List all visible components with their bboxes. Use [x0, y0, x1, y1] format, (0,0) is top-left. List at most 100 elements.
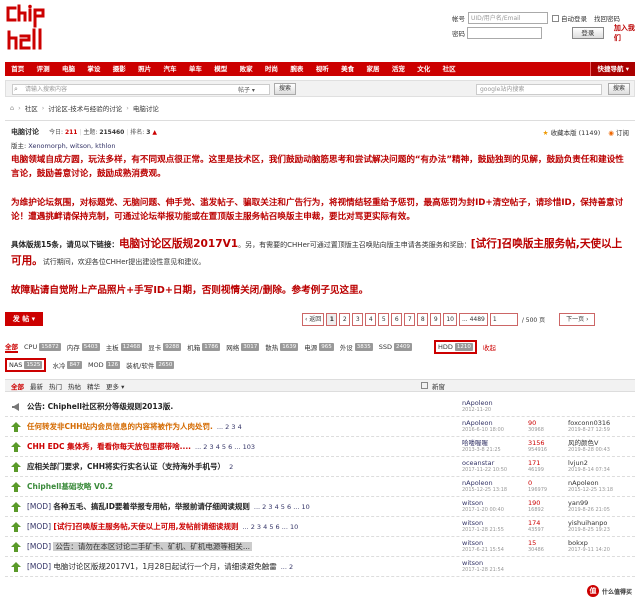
filter-tab[interactable]: 精华: [87, 381, 100, 391]
page-link[interactable]: 5: [378, 313, 390, 326]
page-link[interactable]: 9: [430, 313, 442, 326]
filter-tab[interactable]: 更多 ▾: [106, 381, 124, 391]
nav-item[interactable]: 评测: [30, 62, 55, 76]
thread-title-link[interactable]: [试行]召唤版主服务帖,天使以上可用,发帖前请细读规则: [53, 522, 238, 531]
thread-title-link[interactable]: 公告：请勿在本区讨论二手矿卡、矿机、矿机电源等相关...: [53, 542, 253, 551]
author-link[interactable]: nApoleon: [462, 479, 493, 487]
last-post-date[interactable]: 2019-8-26 21:05: [568, 507, 610, 513]
thread-prefix[interactable]: [MOD]: [27, 542, 51, 551]
new-window-checkbox[interactable]: [421, 382, 428, 389]
next-page-button[interactable]: 下一页 ›: [559, 313, 596, 326]
nav-item[interactable]: 电脑: [56, 62, 81, 76]
nav-item[interactable]: 视听: [310, 62, 335, 76]
thread-title-link[interactable]: 电脑讨论区版规2017V1，1月28日起试行一个月，请细读避免触雷: [53, 562, 276, 571]
google-search-input[interactable]: google站内搜索: [476, 84, 602, 95]
nav-item[interactable]: 汽车: [157, 62, 182, 76]
last-poster-link[interactable]: foxconn0316: [568, 419, 610, 427]
nav-item[interactable]: 模型: [208, 62, 233, 76]
tag-filter[interactable]: CPU 15872: [24, 343, 61, 351]
password-input[interactable]: [466, 27, 542, 39]
filter-tab[interactable]: 最新: [30, 381, 43, 391]
last-post-date[interactable]: 2015-12-25 13:18: [568, 487, 613, 493]
autologin-checkbox[interactable]: [552, 14, 559, 22]
favorite-button[interactable]: ★ 收藏本版 (1149): [543, 127, 601, 137]
page-link[interactable]: 8: [417, 313, 429, 326]
page-link[interactable]: 7: [404, 313, 416, 326]
tag-filter[interactable]: SSD 2409: [379, 343, 412, 351]
page-link[interactable]: 3: [352, 313, 364, 326]
thread-pages[interactable]: 2: [229, 463, 233, 471]
nav-item[interactable]: 时尚: [259, 62, 284, 76]
thread-title-link[interactable]: 任何转发非CHH站内会员信息的内容将被作为人肉处罚.: [27, 422, 213, 431]
tag-filter[interactable]: NAS 1525: [5, 358, 47, 372]
last-post-date[interactable]: 2019-8-25 19:23: [568, 527, 610, 533]
tag-filter[interactable]: 水冷 847: [52, 360, 82, 370]
thread-pages[interactable]: ... 2: [281, 563, 293, 571]
thread-title-link[interactable]: Chiphell基础攻略 V0.2: [27, 482, 113, 491]
tag-filter[interactable]: 主板 12468: [106, 342, 143, 352]
account-input[interactable]: UID/用户名/Email: [468, 12, 548, 24]
thread-prefix[interactable]: [MOD]: [27, 562, 51, 571]
join-link[interactable]: 加入我们: [614, 23, 640, 43]
tag-filter[interactable]: MOD 126: [88, 361, 121, 369]
author-link[interactable]: witson: [462, 559, 483, 567]
nav-item[interactable]: 照片: [132, 62, 157, 76]
login-button[interactable]: 登录: [572, 27, 604, 39]
last-post-date[interactable]: 2019-8-28 00:43: [568, 447, 610, 453]
nav-item[interactable]: 家居: [360, 62, 385, 76]
filter-tab[interactable]: 热帖: [68, 381, 81, 391]
rules-link[interactable]: 电脑讨论区版规2017V1: [119, 238, 238, 250]
last-poster-link[interactable]: yan99: [568, 499, 588, 507]
thread-title-link[interactable]: 各种五毛、搞乱ID要着举报专用帖，举报前请仔细阅读规则: [53, 502, 250, 511]
thread-pages[interactable]: ... 2 3 4 5 6 ... 103: [195, 443, 255, 451]
tag-filter[interactable]: 内存 5403: [67, 342, 100, 352]
last-poster-link[interactable]: lvjun2: [568, 459, 588, 467]
breadcrumb-discussion[interactable]: 讨论区-技术与经验的讨论: [48, 103, 122, 113]
search-type-select[interactable]: 帖子 ▾: [238, 85, 255, 94]
nav-item[interactable]: 美食: [335, 62, 360, 76]
author-link[interactable]: witson: [462, 499, 483, 507]
nav-item[interactable]: 腕表: [284, 62, 309, 76]
thread-title-link[interactable]: 应相关部门要求，CHH将实行实名认证（支持海外手机号）: [27, 462, 225, 471]
thread-prefix[interactable]: [MOD]: [27, 522, 51, 531]
page-link[interactable]: 6: [391, 313, 403, 326]
author-link[interactable]: 哈喽喔喔: [462, 439, 488, 447]
last-poster-link[interactable]: nApoleon: [568, 479, 599, 487]
nav-item[interactable]: 首页: [5, 62, 30, 76]
thread-pages[interactable]: ... 2 3 4 5 6 ... 10: [254, 503, 310, 511]
author-link[interactable]: oceanstar: [462, 459, 494, 467]
last-post-date[interactable]: 2019-8-27 12:59: [568, 427, 610, 433]
last-poster-link[interactable]: 风的颜色V: [568, 439, 598, 447]
home-icon[interactable]: ⌂: [10, 104, 14, 112]
breadcrumb-community[interactable]: 社区: [25, 103, 38, 113]
nav-item[interactable]: 败家: [233, 62, 258, 76]
thread-title-link[interactable]: CHH EDC 集体秀，看看你每天放包里都带啥....: [27, 442, 191, 451]
filter-tab[interactable]: 热门: [49, 381, 62, 391]
author-link[interactable]: witson: [462, 519, 483, 527]
nav-item[interactable]: 摄影: [107, 62, 132, 76]
tag-filter[interactable]: 机箱 1786: [187, 342, 221, 352]
back-button[interactable]: ‹ 返回: [302, 313, 325, 326]
last-post-date[interactable]: 2019-8-14 07:34: [568, 467, 610, 473]
search-button[interactable]: 搜索: [274, 83, 296, 95]
tag-filter[interactable]: 外设 3835: [340, 342, 373, 352]
retrieve-password-link[interactable]: 找回密码: [594, 13, 620, 23]
tag-filter[interactable]: 散热 1639: [265, 342, 299, 352]
tag-filter[interactable]: 全部: [5, 341, 18, 353]
author-link[interactable]: witson: [462, 539, 483, 547]
nav-item[interactable]: 文化: [411, 62, 436, 76]
page-last-link[interactable]: ... 4489: [458, 313, 488, 326]
post-button[interactable]: 发 帖 ▾: [5, 312, 43, 326]
nav-item[interactable]: 活宠: [386, 62, 411, 76]
filter-tab[interactable]: 全部: [11, 381, 24, 391]
last-poster-link[interactable]: bokxp: [568, 539, 588, 547]
search-input[interactable]: 请输入搜索内容: [12, 84, 270, 95]
tag-filter[interactable]: 显卡 9288: [148, 342, 182, 352]
nav-item[interactable]: 社区: [436, 62, 461, 76]
page-link[interactable]: 1: [326, 313, 338, 326]
page-link[interactable]: 10: [443, 313, 457, 326]
last-post-date[interactable]: 2017-9-11 14:20: [568, 547, 610, 553]
collapse-tags-link[interactable]: 收起: [483, 342, 496, 352]
tag-filter[interactable]: 网络 3017: [226, 342, 260, 352]
new-window-toggle[interactable]: 新窗: [417, 381, 445, 391]
